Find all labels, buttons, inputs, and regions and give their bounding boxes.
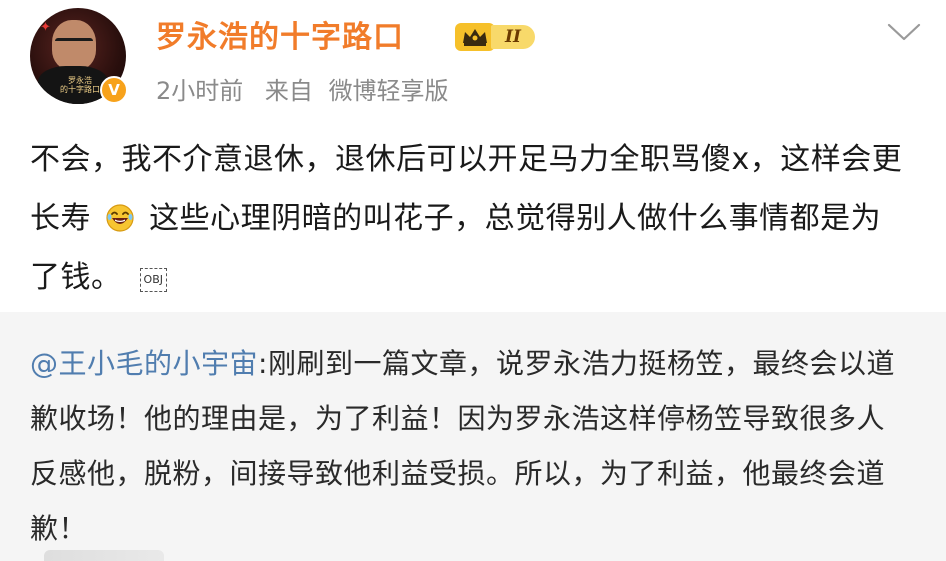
avatar-logo-text: 罗永浩 的十字路口 <box>60 76 100 94</box>
source-app[interactable]: 微博轻享版 <box>329 77 449 105</box>
source-label: 来自 <box>264 77 313 105</box>
vip-level: II <box>491 25 535 49</box>
chevron-down-icon[interactable] <box>886 20 922 44</box>
laughing-emoji-icon <box>105 194 135 232</box>
crown-icon <box>455 23 495 51</box>
repost-card[interactable]: @王小毛的小宇宙:刚刷到一篇文章，说罗永浩力挺杨笠，最终会以道歉收场！他的理由是… <box>0 312 946 561</box>
repost-content: @王小毛的小宇宙:刚刷到一篇文章，说罗永浩力挺杨笠，最终会以道歉收场！他的理由是… <box>30 336 910 556</box>
post-meta: 2小时前 来自 微博轻享版 <box>156 72 463 110</box>
repost-footer-faded <box>44 550 164 561</box>
vip-badge[interactable]: II <box>455 21 545 53</box>
post-header: ✦ 罗永浩 的十字路口 V 罗永浩的十字路口 II 2小时前 来自 微博轻享版 <box>0 0 946 120</box>
post-content: 不会，我不介意退休，退休后可以开足马力全职骂傻x，这样会更长寿 这些心理阴暗的叫… <box>30 130 910 307</box>
obj-placeholder: OBJ <box>139 268 167 292</box>
author-name[interactable]: 罗永浩的十字路口 <box>156 16 404 60</box>
avatar-star-mark: ✦ <box>40 20 51 35</box>
avatar-glasses <box>55 38 93 51</box>
post-time: 2小时前 <box>156 77 244 105</box>
verified-badge: V <box>100 76 128 104</box>
repost-user-link[interactable]: @王小毛的小宇宙 <box>30 347 258 380</box>
